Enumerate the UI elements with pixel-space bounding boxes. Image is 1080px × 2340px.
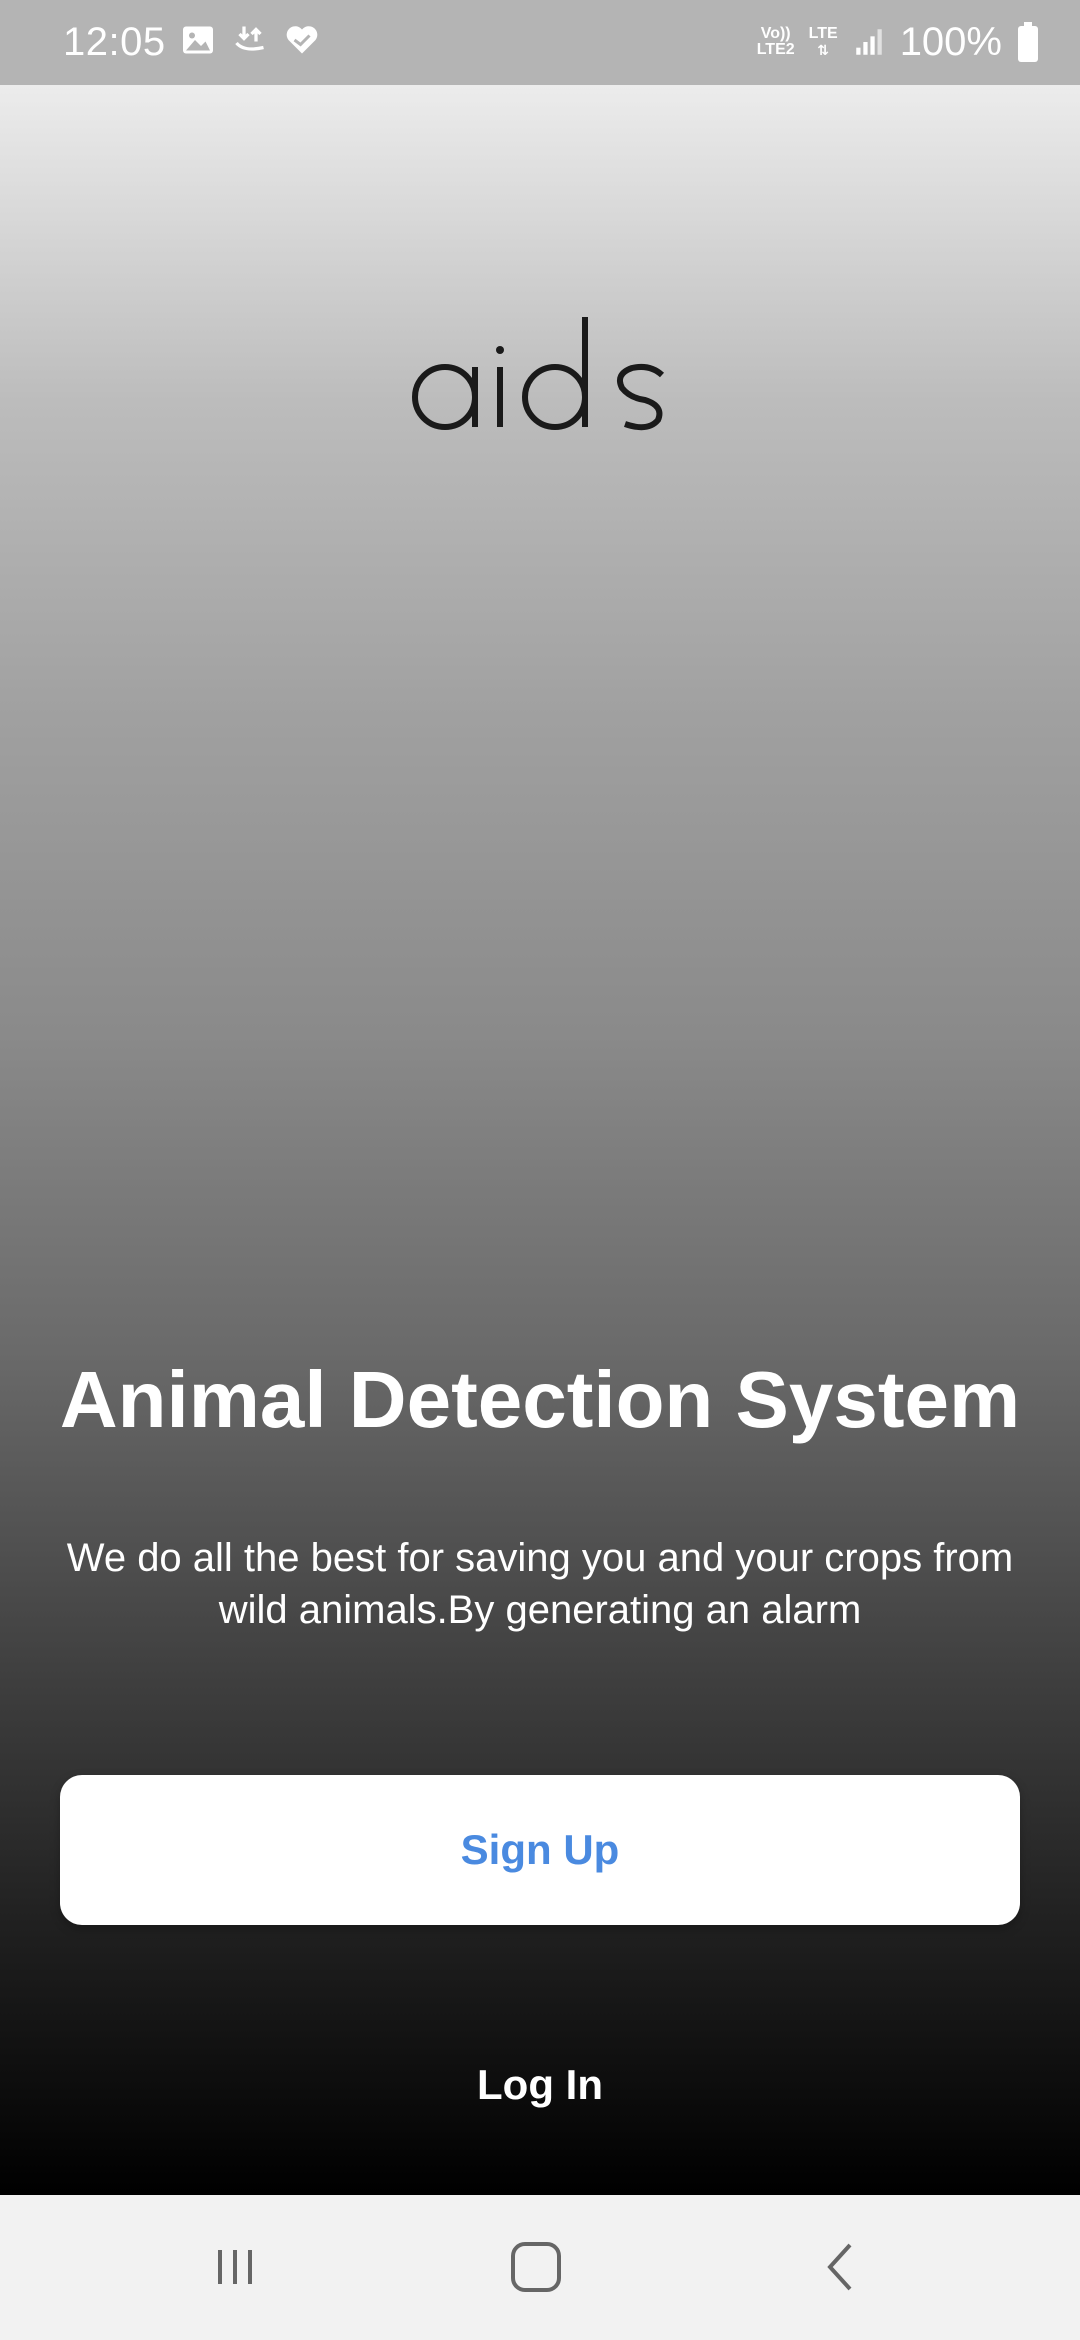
app-headline: Animal Detection System (59, 1355, 1021, 1444)
recent-apps-button[interactable] (190, 2227, 280, 2307)
back-button[interactable] (795, 2227, 885, 2307)
gallery-icon (183, 26, 213, 54)
app-logo: aids (0, 310, 1080, 470)
volte-indicator: Vo)) LTE2 (757, 26, 795, 58)
back-icon (827, 2243, 852, 2291)
download-sync-icon (235, 26, 264, 51)
app-screen: 12:05 Vo)) LTE2 LTE ⇅ 100% Animal Detect… (0, 0, 1080, 2340)
lte-indicator: LTE ⇅ (808, 25, 838, 59)
status-time: 12:05 (63, 20, 166, 64)
volte-label-top: Vo)) (760, 25, 791, 42)
battery-percent: 100% (899, 20, 1002, 64)
sign-up-button[interactable]: Sign Up (60, 1775, 1020, 1925)
welcome-panel: aids Animal Detection System We do all t… (0, 85, 1080, 2195)
home-icon (511, 2242, 561, 2292)
battery-icon (1018, 22, 1038, 62)
navigation-bar (0, 2195, 1080, 2340)
app-logo-mark (412, 317, 665, 431)
status-bar: 12:05 Vo)) LTE2 LTE ⇅ 100% (0, 0, 1080, 85)
health-heart-icon (286, 26, 318, 54)
recent-apps-icon (218, 2250, 252, 2284)
signal-icon (855, 29, 882, 55)
log-in-button[interactable]: Log In (390, 2045, 690, 2125)
lte-label: LTE (808, 25, 838, 42)
app-subtitle: We do all the best for saving you and yo… (66, 1536, 1014, 1632)
home-button[interactable] (491, 2227, 581, 2307)
volte-label-bottom: LTE2 (756, 41, 795, 58)
notification-icons (180, 22, 320, 58)
status-right-group: Vo)) LTE2 LTE ⇅ 100% (757, 18, 1040, 66)
